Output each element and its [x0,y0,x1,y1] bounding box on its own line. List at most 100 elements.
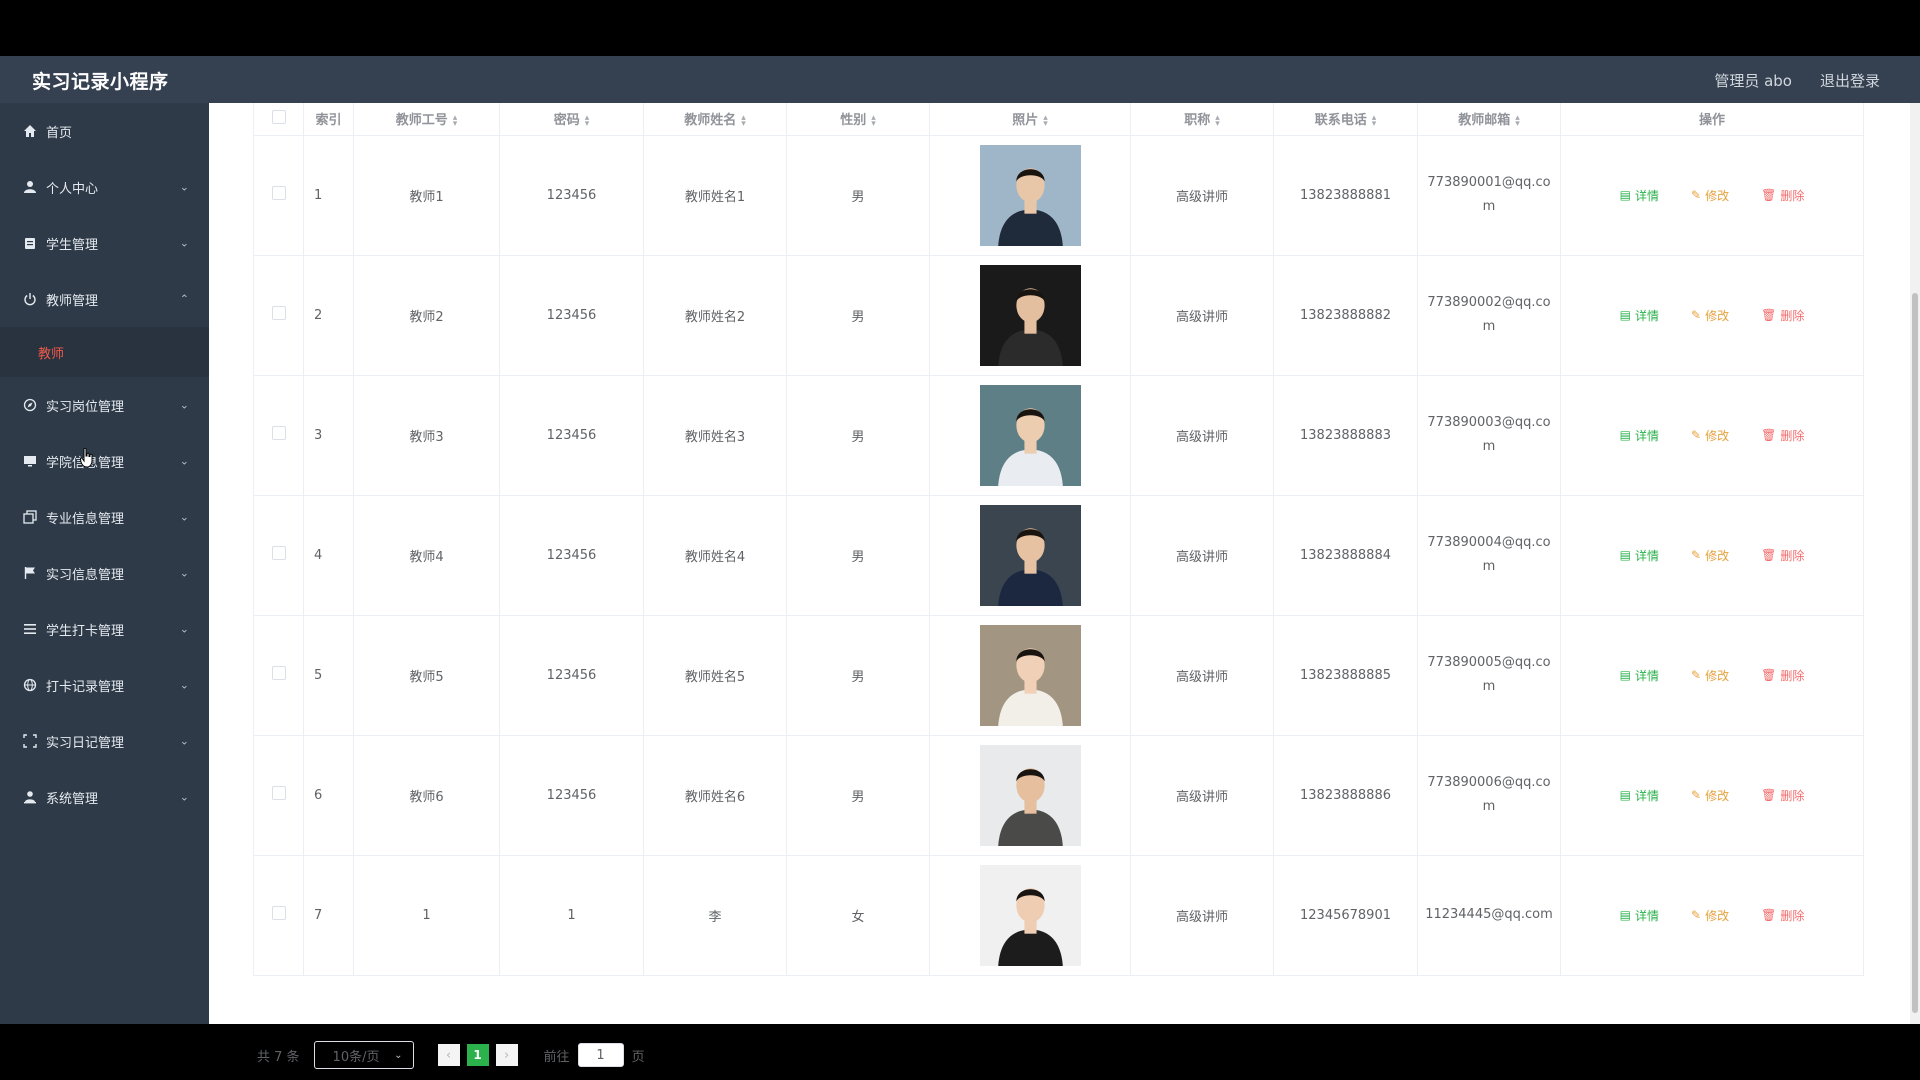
row-checkbox[interactable] [271,906,286,920]
scrollbar-thumb[interactable] [1912,293,1918,1013]
sidebar-item-major-info-management[interactable]: 专业信息管理 ⌄ [0,489,209,545]
delete-button[interactable]: 🗑 删除 [1761,907,1804,924]
total-count: 共 7 条 [257,1049,300,1065]
sidebar-item-student-checkin-management[interactable]: 学生打卡管理 ⌄ [0,601,209,657]
column-header-actions: 操作 [1560,103,1864,136]
detail-button[interactable]: ▤ 详情 [1620,427,1659,444]
next-page-button[interactable]: › [495,1044,518,1066]
sort-icon[interactable]: ▴ ▾ [453,113,458,128]
row-checkbox[interactable] [271,546,286,560]
teacher-photo[interactable] [979,624,1081,726]
edit-button[interactable]: ✎ 修改 [1691,307,1729,324]
sort-icon[interactable]: ▴ ▾ [1515,113,1520,128]
sidebar-item-checkin-record-management[interactable]: 打卡记录管理 ⌄ [0,657,209,713]
select-all-checkbox[interactable] [271,109,286,124]
teacher-photo[interactable] [979,504,1081,606]
page-size-select[interactable]: 10条/页 ⌄ [313,1041,414,1069]
goto-page-input[interactable] [577,1043,624,1067]
edit-button[interactable]: ✎ 修改 [1691,187,1729,204]
sort-icon[interactable]: ▴ ▾ [871,113,876,128]
row-select-cell[interactable] [253,615,304,736]
sidebar-item-college-info-management[interactable]: 学院信息管理 ⌄ [0,433,209,489]
vertical-scrollbar[interactable] [1910,103,1920,1024]
sort-icon[interactable]: ▴ ▾ [1043,113,1048,128]
row-select-cell[interactable] [253,255,304,376]
cell-photo [929,255,1131,376]
row-checkbox[interactable] [271,306,286,320]
sidebar-item-personal-center[interactable]: 个人中心 ⌄ [0,159,209,215]
page-number-current[interactable]: 1 [466,1044,489,1066]
teacher-photo[interactable] [979,384,1081,486]
logout-button[interactable]: 退出登录 [1820,70,1880,91]
detail-button[interactable]: ▤ 详情 [1620,907,1659,924]
person-icon [22,789,38,805]
sidebar-item-internship-diary-management[interactable]: 实习日记管理 ⌄ [0,713,209,769]
teacher-photo[interactable] [979,264,1081,366]
row-select-cell[interactable] [253,495,304,616]
edit-button[interactable]: ✎ 修改 [1691,787,1729,804]
cell-job-title: 高级讲师 [1130,135,1274,256]
column-header-teacher-name[interactable]: 教师姓名 ▴ ▾ [643,103,787,136]
prev-page-button[interactable]: ‹ [437,1044,460,1066]
sidebar-subitem-teacher[interactable]: 教师 [0,327,209,377]
row-select-cell[interactable] [253,135,304,256]
detail-button[interactable]: ▤ 详情 [1620,547,1659,564]
main-content: 索引 教师工号 ▴ ▾ 密码 ▴ ▾ 教师姓名 ▴ ▾ 性别 ▴ ▾ 照片 ▴ ▾ 职称 ▴ ▾ 联系电… [209,103,1920,1069]
sort-icon[interactable]: ▴ ▾ [1372,113,1377,128]
column-header-photo[interactable]: 照片 ▴ ▾ [929,103,1131,136]
sidebar-item-teacher-management[interactable]: 教师管理 ⌃ [0,271,209,327]
sort-icon[interactable]: ▴ ▾ [1215,113,1220,128]
edit-button[interactable]: ✎ 修改 [1691,907,1729,924]
column-header-gender[interactable]: 性别 ▴ ▾ [786,103,930,136]
column-header-password[interactable]: 密码 ▴ ▾ [499,103,644,136]
sidebar-item-internship-post-management[interactable]: 实习岗位管理 ⌄ [0,377,209,433]
sidebar-item-internship-info-management[interactable]: 实习信息管理 ⌄ [0,545,209,601]
chevron-down-icon: ⌄ [179,398,189,412]
chevron-up-icon: ⌃ [179,292,189,306]
select-all-cell[interactable] [253,103,304,136]
row-select-cell[interactable] [253,375,304,496]
delete-button[interactable]: 🗑 删除 [1761,547,1804,564]
delete-button[interactable]: 🗑 删除 [1761,187,1804,204]
edit-button[interactable]: ✎ 修改 [1691,547,1729,564]
sidebar-item-system-management[interactable]: 系统管理 ⌄ [0,769,209,825]
edit-button[interactable]: ✎ 修改 [1691,427,1729,444]
delete-button[interactable]: 🗑 删除 [1761,427,1804,444]
sidebar-item-student-management[interactable]: 学生管理 ⌄ [0,215,209,271]
page-size-value: 10条/页 [332,1049,380,1065]
teacher-photo[interactable] [979,744,1081,846]
teacher-photo[interactable] [979,144,1081,246]
sidebar-item-home[interactable]: 首页 [0,103,209,159]
column-header-job-title[interactable]: 职称 ▴ ▾ [1130,103,1274,136]
column-header-phone[interactable]: 联系电话 ▴ ▾ [1273,103,1418,136]
cell-teacher-id: 教师5 [353,615,500,736]
sort-icon[interactable]: ▴ ▾ [741,113,746,128]
detail-button[interactable]: ▤ 详情 [1620,787,1659,804]
teacher-photo[interactable] [979,864,1081,966]
delete-button[interactable]: 🗑 删除 [1761,787,1804,804]
cell-phone: 12345678901 [1273,855,1418,976]
monitor-icon [22,453,38,469]
delete-button[interactable]: 🗑 删除 [1761,667,1804,684]
sort-icon[interactable]: ▴ ▾ [585,113,590,128]
edit-button[interactable]: ✎ 修改 [1691,667,1729,684]
row-checkbox[interactable] [271,186,286,200]
row-select-cell[interactable] [253,855,304,976]
cell-index: 2 [303,255,354,376]
delete-button[interactable]: 🗑 删除 [1761,307,1804,324]
document-icon: ▤ [1619,548,1631,562]
row-select-cell[interactable] [253,735,304,856]
detail-button[interactable]: ▤ 详情 [1620,307,1659,324]
row-checkbox[interactable] [271,426,286,440]
sidebar-item-label: 打卡记录管理 [46,679,125,695]
document-icon: ▤ [1619,428,1631,442]
detail-button[interactable]: ▤ 详情 [1620,187,1659,204]
detail-button[interactable]: ▤ 详情 [1620,667,1659,684]
table-row: 4 教师4 123456 教师姓名4 男 高级讲师 13823888884 77… [253,495,1864,616]
column-header-teacher-id[interactable]: 教师工号 ▴ ▾ [353,103,500,136]
sidebar-item-label: 实习日记管理 [46,735,125,751]
cell-email: 773890003@qq.com [1417,375,1561,496]
column-header-email[interactable]: 教师邮箱 ▴ ▾ [1417,103,1561,136]
row-checkbox[interactable] [271,786,286,800]
row-checkbox[interactable] [271,666,286,680]
